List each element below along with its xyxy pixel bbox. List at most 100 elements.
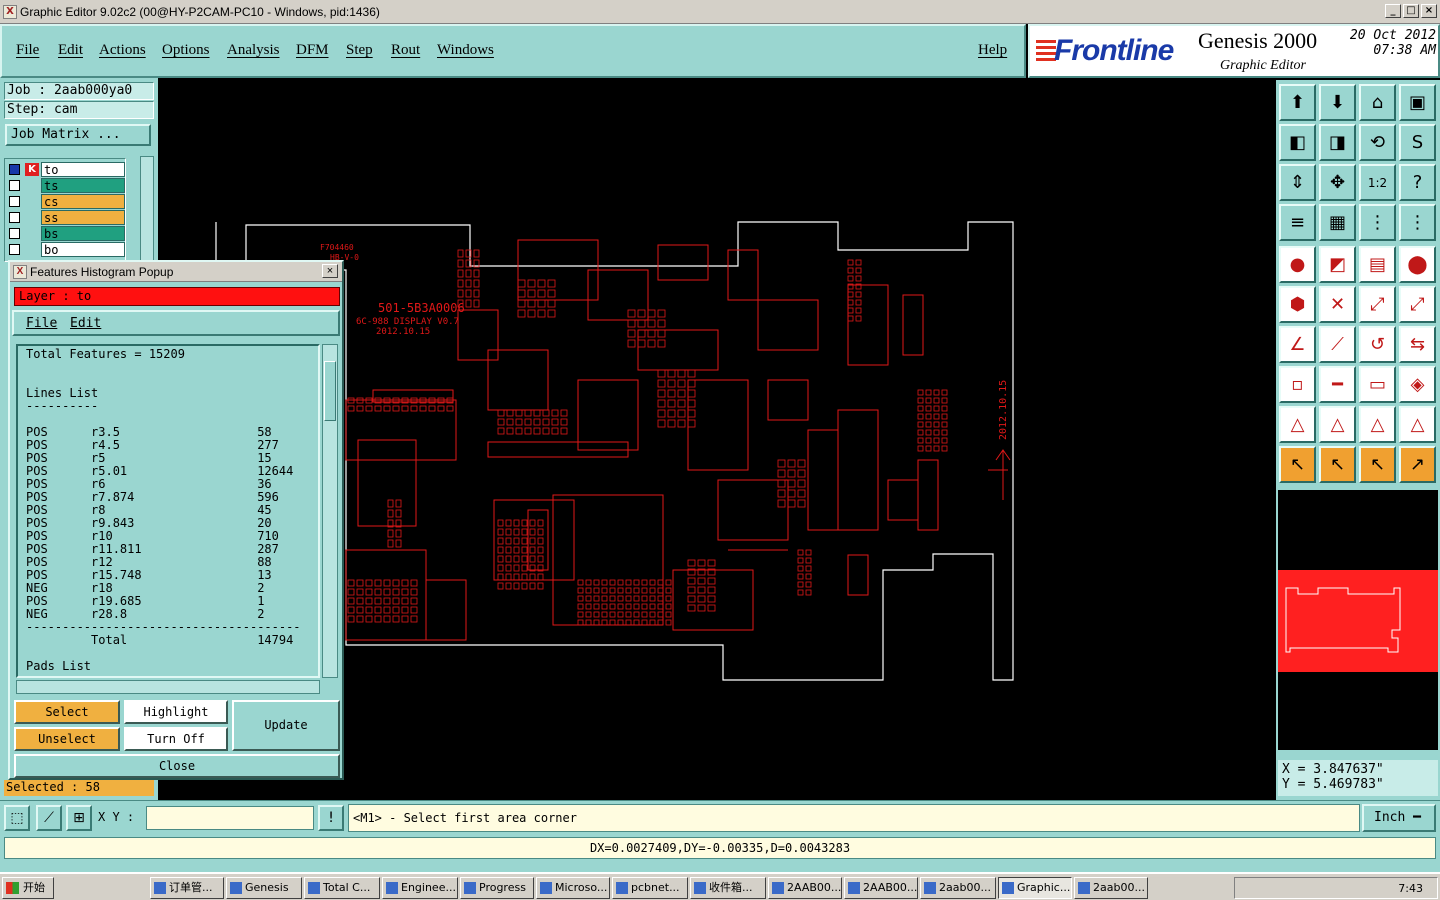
taskbar-item[interactable]: 2aab00... xyxy=(920,877,996,899)
popup-menu-edit[interactable]: Edit xyxy=(70,316,101,331)
menu-windows[interactable]: Windows xyxy=(437,42,494,59)
scroll-thumb[interactable] xyxy=(324,361,336,421)
start-button[interactable]: 开始 xyxy=(2,877,54,899)
help-icon[interactable]: ? xyxy=(1399,164,1436,201)
grid-icon[interactable]: ▦ xyxy=(1319,204,1356,241)
circle-icon[interactable]: ⬤ xyxy=(1399,246,1436,283)
highlight-button[interactable]: Highlight xyxy=(124,700,228,724)
overview-minimap[interactable] xyxy=(1278,490,1438,750)
taskbar-item[interactable]: pcbnet... xyxy=(612,877,688,899)
taskbar-item[interactable]: Microso... xyxy=(536,877,610,899)
layer-name[interactable]: to xyxy=(41,162,125,177)
popup-menu-file[interactable]: File xyxy=(26,316,57,331)
home-icon[interactable]: ⌂ xyxy=(1359,84,1396,121)
triangle2-icon[interactable]: △ xyxy=(1319,406,1356,443)
histogram-list[interactable]: Total Features = 15209 Lines List ------… xyxy=(16,344,320,678)
snap-icon[interactable]: ▫ xyxy=(1279,366,1316,403)
net-icon[interactable]: ⋮ xyxy=(1359,204,1396,241)
triangle4-icon[interactable]: △ xyxy=(1399,406,1436,443)
update-button[interactable]: Update xyxy=(232,700,340,751)
taskbar-item[interactable]: Enginee... xyxy=(382,877,458,899)
grid-snap-icon[interactable]: ⊞ xyxy=(66,805,92,831)
layer-name[interactable]: bs xyxy=(41,226,125,241)
popup-close-icon[interactable]: × xyxy=(322,264,338,278)
taskbar-item[interactable]: Total C... xyxy=(304,877,380,899)
layer-checkbox[interactable] xyxy=(9,180,20,191)
pointer2-icon[interactable]: ↖ xyxy=(1319,446,1356,483)
line-icon[interactable]: ⤢ xyxy=(1359,286,1396,323)
menu-rout[interactable]: Rout xyxy=(391,42,420,59)
layer-row-cs[interactable]: cs xyxy=(7,194,125,209)
window-icon[interactable]: ▣ xyxy=(1399,84,1436,121)
layer-checkbox[interactable] xyxy=(9,196,20,207)
bar-icon[interactable]: ━ xyxy=(1319,366,1356,403)
redraw-icon[interactable]: S xyxy=(1399,124,1436,161)
merge-icon[interactable]: ◈ xyxy=(1399,366,1436,403)
layer-row-ss[interactable]: ss xyxy=(7,210,125,225)
minimize-button[interactable]: _ xyxy=(1385,4,1401,18)
undo-icon[interactable]: ⟲ xyxy=(1359,124,1396,161)
layer-row-to[interactable]: Kto xyxy=(7,162,125,177)
layer-name[interactable]: ts xyxy=(41,178,125,193)
menu-step[interactable]: Step xyxy=(346,42,373,59)
maximize-button[interactable]: □ xyxy=(1403,4,1419,18)
ruler-icon[interactable]: ▤ xyxy=(1359,246,1396,283)
job-matrix-button[interactable]: Job Matrix ... xyxy=(5,124,151,146)
layer-checkbox[interactable] xyxy=(9,164,20,175)
pan-right-icon[interactable]: ◨ xyxy=(1319,124,1356,161)
menu-actions[interactable]: Actions xyxy=(99,42,146,59)
cross-icon[interactable]: ✕ xyxy=(1319,286,1356,323)
slash-icon[interactable]: ⟋ xyxy=(1319,326,1356,363)
taskbar-item[interactable]: 2AAB00... xyxy=(768,877,842,899)
close-button[interactable]: × xyxy=(1421,4,1437,18)
angle-icon[interactable]: ∠ xyxy=(1279,326,1316,363)
line2-icon[interactable]: ⤢ xyxy=(1399,286,1436,323)
connect-icon[interactable]: ⬢ xyxy=(1279,286,1316,323)
layer-name[interactable]: ss xyxy=(41,210,125,225)
layer-name[interactable]: bo xyxy=(41,242,125,257)
taskbar-item[interactable]: 2AAB00... xyxy=(844,877,918,899)
taskbar-item[interactable]: 收件箱... xyxy=(690,877,766,899)
alert-icon[interactable]: ! xyxy=(318,805,344,831)
menu-dfm[interactable]: DFM xyxy=(296,42,329,59)
turn-off-button[interactable]: Turn Off xyxy=(124,727,228,751)
zoom-area-icon[interactable]: ⬚ xyxy=(4,805,30,831)
taskbar-item[interactable]: 2aab00... xyxy=(1074,877,1148,899)
net2-icon[interactable]: ⋮ xyxy=(1399,204,1436,241)
box-icon[interactable]: ▭ xyxy=(1359,366,1396,403)
xy-input[interactable] xyxy=(146,806,314,830)
pointer4-icon[interactable]: ↗ xyxy=(1399,446,1436,483)
taskbar-item[interactable]: 订单管... xyxy=(150,877,224,899)
menu-file[interactable]: File xyxy=(16,42,39,59)
layer-checkbox[interactable] xyxy=(9,212,20,223)
scale-icon[interactable]: 1:2 xyxy=(1359,164,1396,201)
rotate-icon[interactable]: ↺ xyxy=(1359,326,1396,363)
layer-checkbox[interactable] xyxy=(9,228,20,239)
popup-close-button[interactable]: Close xyxy=(14,754,340,778)
move-icon[interactable]: ✥ xyxy=(1319,164,1356,201)
menu-help[interactable]: Help xyxy=(978,42,1007,59)
taskbar-item[interactable]: Genesis xyxy=(226,877,302,899)
triangle3-icon[interactable]: △ xyxy=(1359,406,1396,443)
taskbar-item[interactable]: Progress xyxy=(460,877,534,899)
active-layer-icon[interactable]: K xyxy=(25,163,39,176)
unselect-button[interactable]: Unselect xyxy=(14,727,120,751)
layers-icon[interactable]: ≡ xyxy=(1279,204,1316,241)
layer-checkbox[interactable] xyxy=(9,244,20,255)
surface-icon[interactable]: ◩ xyxy=(1319,246,1356,283)
measure-icon[interactable]: ⟋ xyxy=(36,805,62,831)
layer-name[interactable]: cs xyxy=(41,194,125,209)
menu-options[interactable]: Options xyxy=(162,42,210,59)
menu-analysis[interactable]: Analysis xyxy=(227,42,280,59)
mirror-icon[interactable]: ⇆ xyxy=(1399,326,1436,363)
layer-row-bs[interactable]: bs xyxy=(7,226,125,241)
pan-left-icon[interactable]: ◧ xyxy=(1279,124,1316,161)
fit-icon[interactable]: ⇕ xyxy=(1279,164,1316,201)
menu-edit[interactable]: Edit xyxy=(58,42,83,59)
histogram-hscroll[interactable] xyxy=(16,680,320,694)
unit-selector[interactable]: Inch ━ xyxy=(1362,804,1436,832)
triangle-icon[interactable]: △ xyxy=(1279,406,1316,443)
layer-row-ts[interactable]: ts xyxy=(7,178,125,193)
pad-icon[interactable]: ● xyxy=(1279,246,1316,283)
layer-row-bo[interactable]: bo xyxy=(7,242,125,257)
